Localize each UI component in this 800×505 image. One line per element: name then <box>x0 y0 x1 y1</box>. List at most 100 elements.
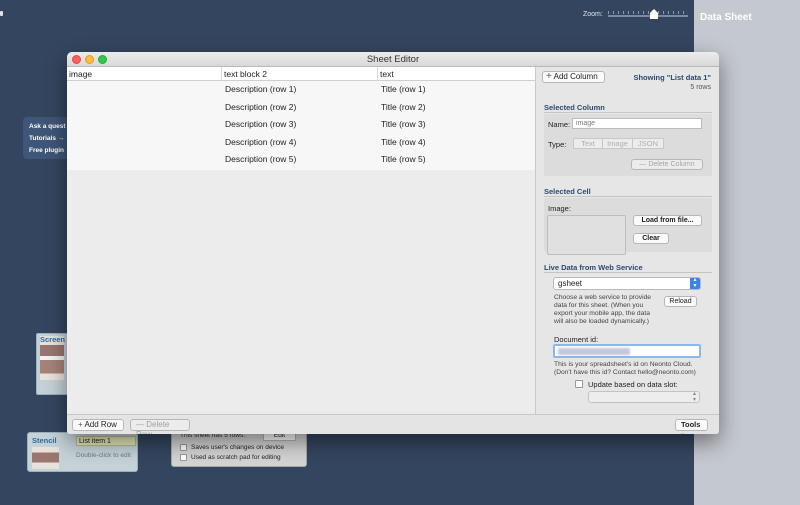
document-id-input[interactable] <box>553 344 701 358</box>
load-from-file-button[interactable]: Load from file... <box>633 215 702 226</box>
name-label: Name: <box>548 120 571 129</box>
update-slot-checkbox[interactable] <box>575 380 583 388</box>
cell-title[interactable]: Title (row 2) <box>381 99 426 117</box>
chevron-updown-icon: ▴ ▾ <box>690 277 700 289</box>
plus-icon: + <box>78 420 83 429</box>
selected-column-group: Name: Type: Text Image JSON — Delete Col… <box>544 114 712 176</box>
cell-description[interactable]: Description (row 5) <box>225 151 296 169</box>
stencil-thumbnail <box>32 447 59 469</box>
save-changes-checkbox[interactable] <box>180 444 187 451</box>
table-row[interactable]: Description (row 5) Title (row 5) <box>67 151 535 169</box>
data-sheet-properties: This sheet has 5 rows. Edit Saves user's… <box>171 431 307 467</box>
redacted-document-id <box>558 348 630 355</box>
type-json-option[interactable]: JSON <box>632 138 664 149</box>
save-changes-option[interactable]: Saves user's changes on device <box>180 444 284 451</box>
section-divider <box>544 196 712 197</box>
cell-description[interactable]: Description (row 4) <box>225 134 296 152</box>
image-well[interactable] <box>547 215 626 255</box>
cell-title[interactable]: Title (row 4) <box>381 134 426 152</box>
help-box: Ask a quest Tutorials → Free plugin <box>23 117 73 159</box>
inspector-panel: + Add Column Showing "List data 1" 5 row… <box>535 67 719 414</box>
web-service-value: gsheet <box>558 279 583 288</box>
stencil-hint: Double-click to edit <box>76 452 131 459</box>
save-changes-label: Saves user's changes on device <box>191 444 285 451</box>
bottom-toolbar: + Add Row — Delete Row Tools ▾ <box>67 414 719 434</box>
update-slot-label: Update based on data slot: <box>588 380 678 389</box>
web-service-select[interactable]: gsheet ▴ ▾ <box>553 277 701 290</box>
cell-title[interactable]: Title (row 1) <box>381 81 426 99</box>
add-column-label: Add Column <box>553 72 598 81</box>
add-column-button[interactable]: + Add Column <box>542 71 605 83</box>
data-slot-select[interactable]: ▴ ▾ <box>588 391 700 403</box>
scratch-pad-label: Used as scratch pad for editing <box>191 454 281 461</box>
zoom-label: Zoom: <box>583 11 603 18</box>
chevron-updown-icon: ▴ ▾ <box>692 391 696 403</box>
table-row[interactable]: Description (row 4) Title (row 4) <box>67 134 535 152</box>
canvas-glyph <box>0 11 3 16</box>
scratch-pad-checkbox[interactable] <box>180 454 187 461</box>
column-name-input[interactable] <box>572 118 702 129</box>
table-row[interactable]: Description (row 2) Title (row 2) <box>67 99 535 117</box>
delete-column-label: Delete Column <box>648 161 695 168</box>
add-row-button[interactable]: + Add Row <box>72 419 124 431</box>
web-service-description: Choose a web service to provide data for… <box>554 294 652 325</box>
column-header-text[interactable]: text <box>378 67 535 81</box>
type-label: Type: <box>548 140 567 149</box>
showing-sheet-label: Showing "List data 1" <box>633 73 711 82</box>
minus-icon: — <box>136 420 144 429</box>
help-link-plugins[interactable]: Free plugin <box>29 145 67 157</box>
rows-count: 5 rows <box>690 84 711 91</box>
stencil-list-item[interactable]: List item 1 <box>76 436 136 446</box>
type-image-option[interactable]: Image <box>602 138 633 149</box>
stencil-card[interactable]: Stencil List item 1 Double-click to edit <box>27 432 138 472</box>
help-link-tutorials[interactable]: Tutorials → <box>29 133 67 145</box>
cell-title[interactable]: Title (row 3) <box>381 116 426 134</box>
cell-description[interactable]: Description (row 2) <box>225 99 296 117</box>
cell-image[interactable] <box>69 81 219 99</box>
table-header: image text block 2 text <box>67 67 535 81</box>
reload-button[interactable]: Reload <box>664 296 697 307</box>
table-body: Description (row 1) Title (row 1) Descri… <box>67 81 535 170</box>
sheet-editor-window: Sheet Editor image text block 2 text Des… <box>67 52 719 434</box>
selected-cell-group: Image: Load from file... Clear <box>544 198 712 255</box>
tools-menu-button[interactable]: Tools ▾ <box>675 419 708 434</box>
document-id-label: Document id: <box>554 335 599 344</box>
section-divider <box>544 272 712 273</box>
cell-image[interactable] <box>69 116 219 134</box>
cell-title[interactable]: Title (row 5) <box>381 151 426 169</box>
help-link-ask[interactable]: Ask a quest <box>29 121 67 133</box>
data-sheet-title: Data Sheet <box>700 12 752 23</box>
table-row[interactable]: Description (row 1) Title (row 1) <box>67 81 535 99</box>
zoom-slider[interactable] <box>608 11 688 17</box>
zoom-slider-ticks <box>608 11 688 14</box>
cell-image[interactable] <box>69 134 219 152</box>
table-row[interactable]: Description (row 3) Title (row 3) <box>67 116 535 134</box>
delete-column-button[interactable]: — Delete Column <box>631 159 703 170</box>
plus-icon: + <box>546 71 552 82</box>
document-id-help: This is your spreadsheet's id on Neonto … <box>554 361 696 376</box>
cell-image[interactable] <box>69 99 219 117</box>
type-text-option[interactable]: Text <box>573 138 603 149</box>
cell-description[interactable]: Description (row 3) <box>225 116 296 134</box>
scratch-pad-option[interactable]: Used as scratch pad for editing <box>180 454 281 461</box>
delete-row-button[interactable]: — Delete Row <box>130 419 190 434</box>
minus-icon: — <box>639 161 647 168</box>
title-bar[interactable]: Sheet Editor <box>67 52 719 67</box>
cell-image[interactable] <box>69 151 219 169</box>
column-header-text-block-2[interactable]: text block 2 <box>222 67 378 81</box>
tools-label: Tools <box>681 420 701 429</box>
screen-card[interactable]: Screen <box>36 333 68 395</box>
selected-cell-heading: Selected Cell <box>544 187 591 196</box>
sheet-table: image text block 2 text Description (row… <box>67 67 535 413</box>
add-row-label: Add Row <box>84 420 117 429</box>
cell-description[interactable]: Description (row 1) <box>225 81 296 99</box>
live-data-heading: Live Data from Web Service <box>544 263 643 272</box>
stencil-label: Stencil <box>32 436 57 445</box>
column-header-image[interactable]: image <box>67 67 222 81</box>
section-divider <box>544 112 712 113</box>
clear-image-button[interactable]: Clear <box>633 233 669 244</box>
screen-card-label: Screen <box>40 335 66 344</box>
window-title: Sheet Editor <box>366 54 420 65</box>
chevron-down-icon: ▾ <box>681 433 684 434</box>
selected-column-heading: Selected Column <box>544 103 605 112</box>
